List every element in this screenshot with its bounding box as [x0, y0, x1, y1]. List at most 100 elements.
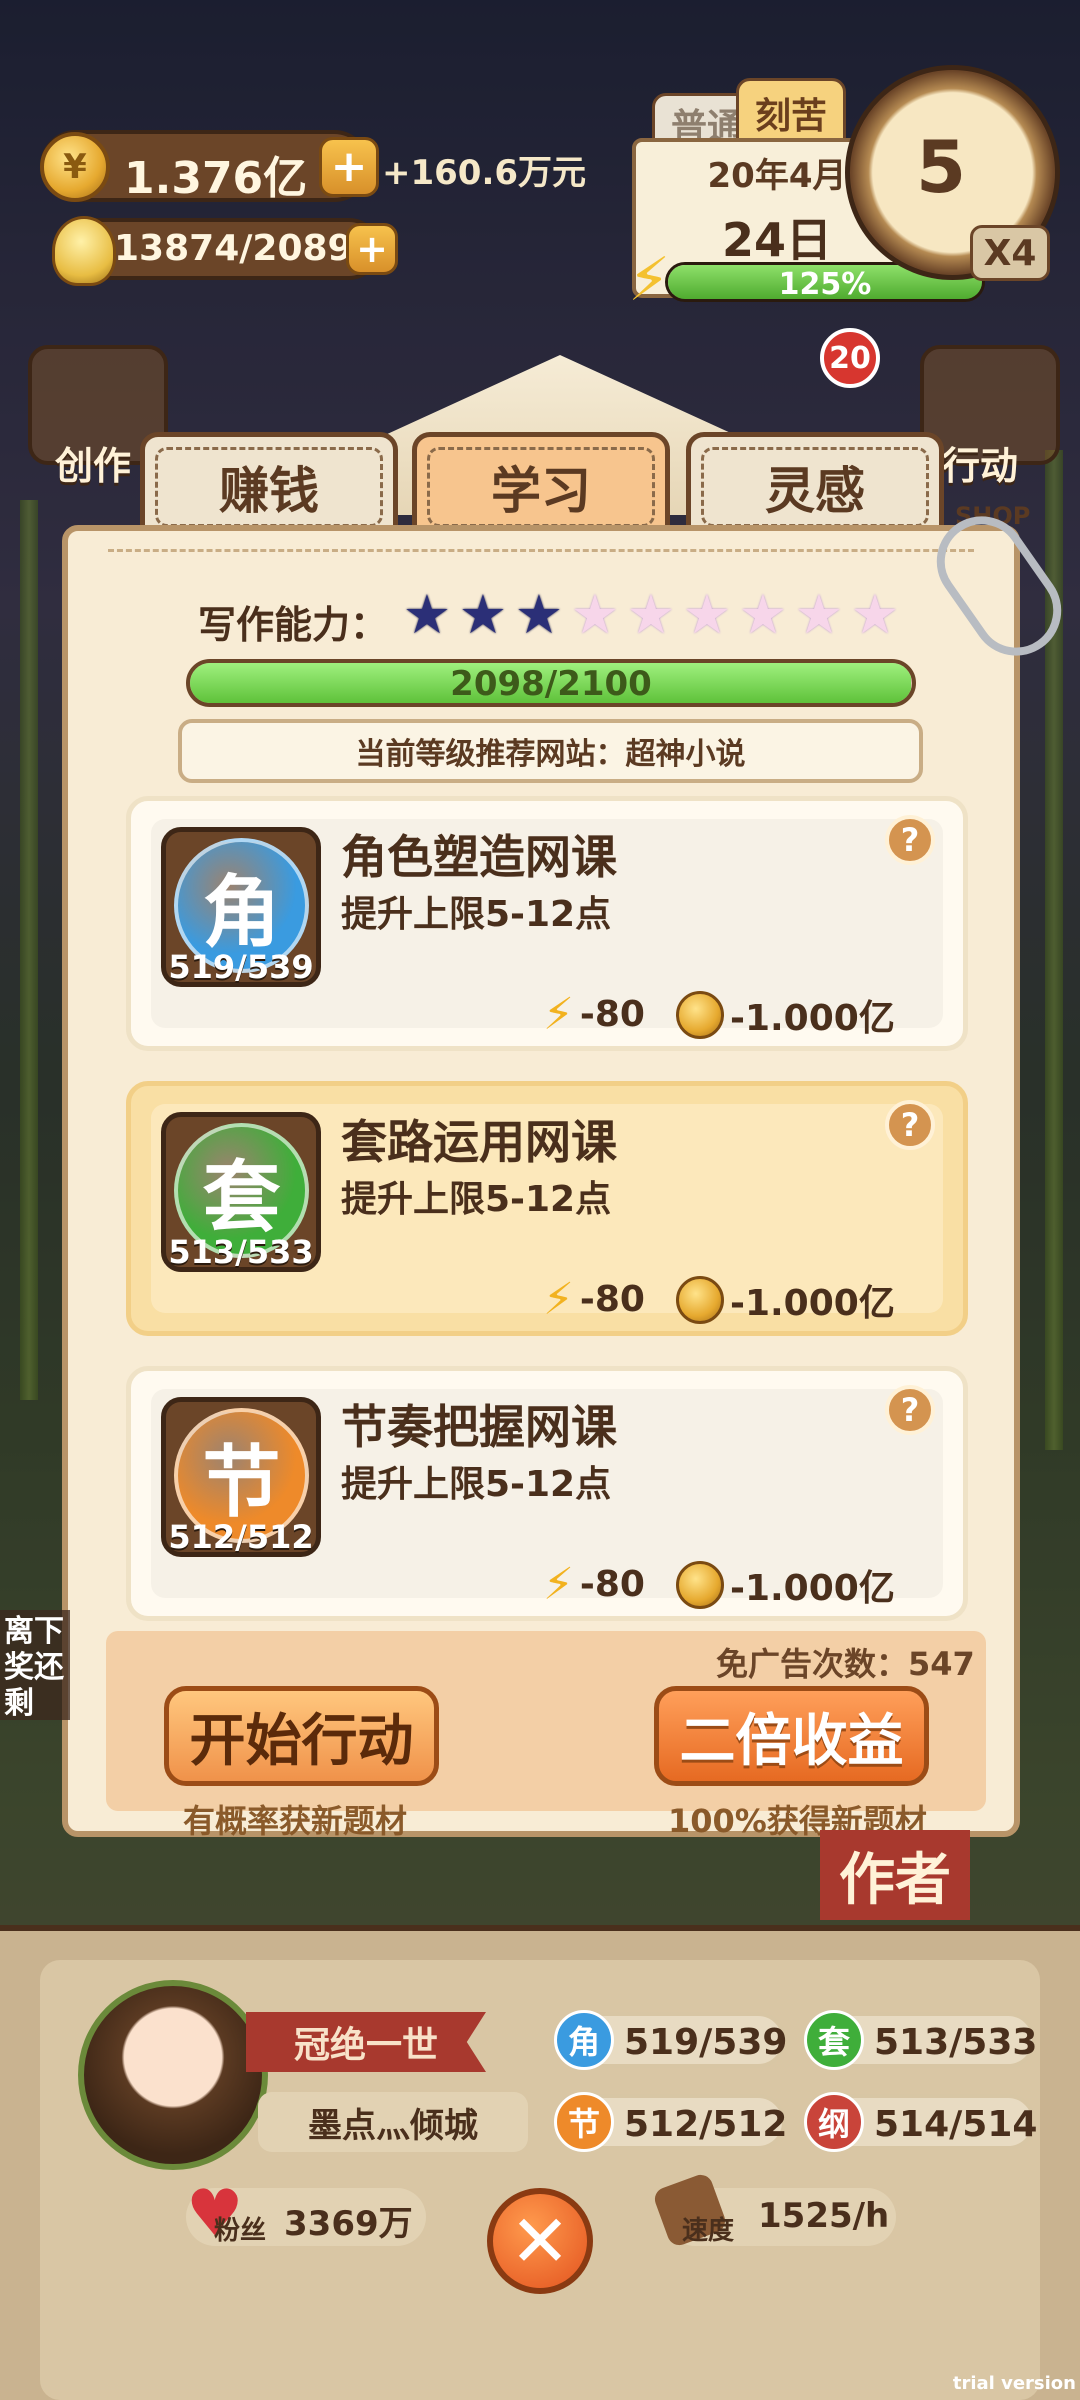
star-empty-icon: ★: [794, 583, 844, 646]
energy-cost-value: -80: [579, 994, 645, 1035]
energy-cost: ⚡ -80: [543, 1559, 645, 1610]
start-action-button[interactable]: 开始行动: [164, 1686, 439, 1786]
course-title: 套路运用网课: [341, 1115, 617, 1169]
money-cost: -1.000亿: [676, 1559, 895, 1611]
income-rate: +160.6万元: [382, 153, 587, 193]
star-filled-icon: ★: [514, 583, 564, 646]
stat-value: 513/533: [874, 2022, 1038, 2063]
study-panel: 写作能力： ★ ★ ★ ★ ★ ★ ★ ★ ★ 2098/2100 当前等级推荐网站：超神小说 …: [62, 498, 1079, 1840]
coin-icon: [676, 1276, 724, 1324]
tab-study-label: 学习: [491, 462, 591, 520]
skill-stars: ★ ★ ★ ★ ★ ★ ★ ★ ★: [401, 583, 901, 646]
money-display: ¥ 1.376亿 +: [40, 130, 379, 204]
lightning-icon[interactable]: ⚡: [628, 245, 670, 315]
rank-ribbon: 冠绝一世: [246, 2012, 486, 2072]
energy-cost: ⚡ -80: [543, 1274, 645, 1325]
course-icon-frame: 套 513/533: [161, 1112, 321, 1272]
character-stat-icon: 角: [554, 2010, 614, 2070]
course-card-rhythm[interactable]: 节 512/512 节奏把握网课 提升上限5-12点 ? ⚡ -80 -1.00…: [126, 1366, 968, 1621]
add-experience-button[interactable]: +: [346, 223, 398, 275]
speed-multiplier-button[interactable]: X4: [970, 225, 1050, 281]
course-progress: 512/512: [168, 1518, 314, 1556]
speed-label: 速度: [682, 2216, 735, 2246]
course-progress: 513/533: [168, 1233, 314, 1271]
skill-progress-value: 2098/2100: [450, 664, 652, 704]
trial-watermark: trial version: [952, 2373, 1076, 2394]
writing-skill-label: 写作能力：: [198, 603, 389, 647]
course-title: 角色塑造网课: [341, 830, 617, 884]
star-empty-icon: ★: [682, 583, 732, 646]
create-label: 创作: [55, 444, 132, 488]
stat-value: 514/514: [874, 2104, 1038, 2145]
course-progress: 519/539: [168, 948, 314, 986]
lightning-icon: ⚡: [543, 1559, 574, 1610]
fans-value: 3369万: [284, 2204, 413, 2244]
skill-progress-bar: 2098/2100: [186, 659, 916, 707]
rhythm-stat-icon: 节: [554, 2092, 614, 2152]
course-card-plot[interactable]: 套 513/533 套路运用网课 提升上限5-12点 ? ⚡ -80 -1.00…: [126, 1081, 968, 1336]
avatar[interactable]: [78, 1980, 268, 2170]
stat-value: 519/539: [624, 2022, 788, 2063]
money-cost-value: -1.000亿: [730, 1283, 895, 1324]
money-cost: -1.000亿: [676, 989, 895, 1041]
recommend-site: 当前等级推荐网站：超神小说: [178, 719, 923, 783]
coin-icon: [676, 1561, 724, 1609]
help-icon[interactable]: ?: [885, 1385, 935, 1435]
speed-value: 1525/h: [758, 2196, 890, 2236]
start-action-hint: 有概率获新题材: [183, 1802, 408, 1840]
plot-stat-icon: 套: [804, 2010, 864, 2070]
panel-divider: [108, 549, 974, 552]
star-empty-icon: ★: [738, 583, 788, 646]
add-money-button[interactable]: +: [319, 137, 379, 197]
course-icon-frame: 节 512/512: [161, 1397, 321, 1557]
coin-icon: [676, 991, 724, 1039]
tab-earn-label: 赚钱: [219, 462, 319, 520]
username: 墨点灬倾城: [258, 2092, 528, 2152]
offline-reward-snippet[interactable]: 离下奖还剩: [0, 1610, 70, 1720]
star-empty-icon: ★: [850, 583, 900, 646]
star-filled-icon: ★: [402, 583, 452, 646]
money-cost: -1.000亿: [676, 1274, 895, 1326]
stat-plot: 套 513/533: [804, 2010, 1038, 2070]
energy-cost-value: -80: [579, 1564, 645, 1605]
star-filled-icon: ★: [458, 583, 508, 646]
star-empty-icon: ★: [626, 583, 676, 646]
stat-outline: 纲 514/514: [804, 2092, 1038, 2152]
help-icon[interactable]: ?: [885, 1100, 935, 1150]
course-icon-frame: 角 519/539: [161, 827, 321, 987]
course-card-character[interactable]: 角 519/539 角色塑造网课 提升上限5-12点 ? ⚡ -80 -1.00…: [126, 796, 968, 1051]
money-cost-value: -1.000亿: [730, 998, 895, 1039]
course-icon-char: 角: [202, 867, 281, 958]
energy-cost-value: -80: [579, 1279, 645, 1320]
money-cost-value: -1.000亿: [730, 1568, 895, 1609]
star-empty-icon: ★: [570, 583, 620, 646]
help-icon[interactable]: ?: [885, 815, 935, 865]
action-label: 行动: [942, 444, 1019, 488]
fans-label: 粉丝: [214, 2216, 267, 2246]
stat-value: 512/512: [624, 2104, 788, 2145]
course-title: 节奏把握网课: [341, 1400, 617, 1454]
double-reward-button[interactable]: 二倍收益: [654, 1686, 929, 1786]
coin-icon: ¥: [40, 132, 110, 202]
course-icon-char: 套: [202, 1152, 281, 1243]
course-icon-char: 节: [202, 1437, 281, 1528]
lightning-icon: ⚡: [543, 1274, 574, 1325]
notification-badge: 20: [820, 328, 880, 388]
tab-inspiration-label: 灵感: [765, 462, 865, 520]
lightning-icon: ⚡: [543, 989, 574, 1040]
lightbulb-icon: [52, 216, 116, 286]
clock-value: 5: [916, 125, 967, 209]
experience-value: 13874/20899: [114, 228, 378, 269]
close-button[interactable]: ✕: [487, 2188, 593, 2294]
stat-rhythm: 节 512/512: [554, 2092, 788, 2152]
course-description: 提升上限5-12点: [341, 1179, 612, 1220]
course-description: 提升上限5-12点: [341, 1464, 612, 1505]
course-description: 提升上限5-12点: [341, 894, 612, 935]
experience-display: 13874/20899 +: [52, 216, 398, 286]
money-value: 1.376亿: [124, 153, 308, 204]
stat-character: 角 519/539: [554, 2010, 788, 2070]
writer-sign: 作者: [820, 1830, 970, 1920]
ad-free-count: 免广告次数：547: [716, 1645, 975, 1683]
energy-cost: ⚡ -80: [543, 989, 645, 1040]
outline-stat-icon: 纲: [804, 2092, 864, 2152]
